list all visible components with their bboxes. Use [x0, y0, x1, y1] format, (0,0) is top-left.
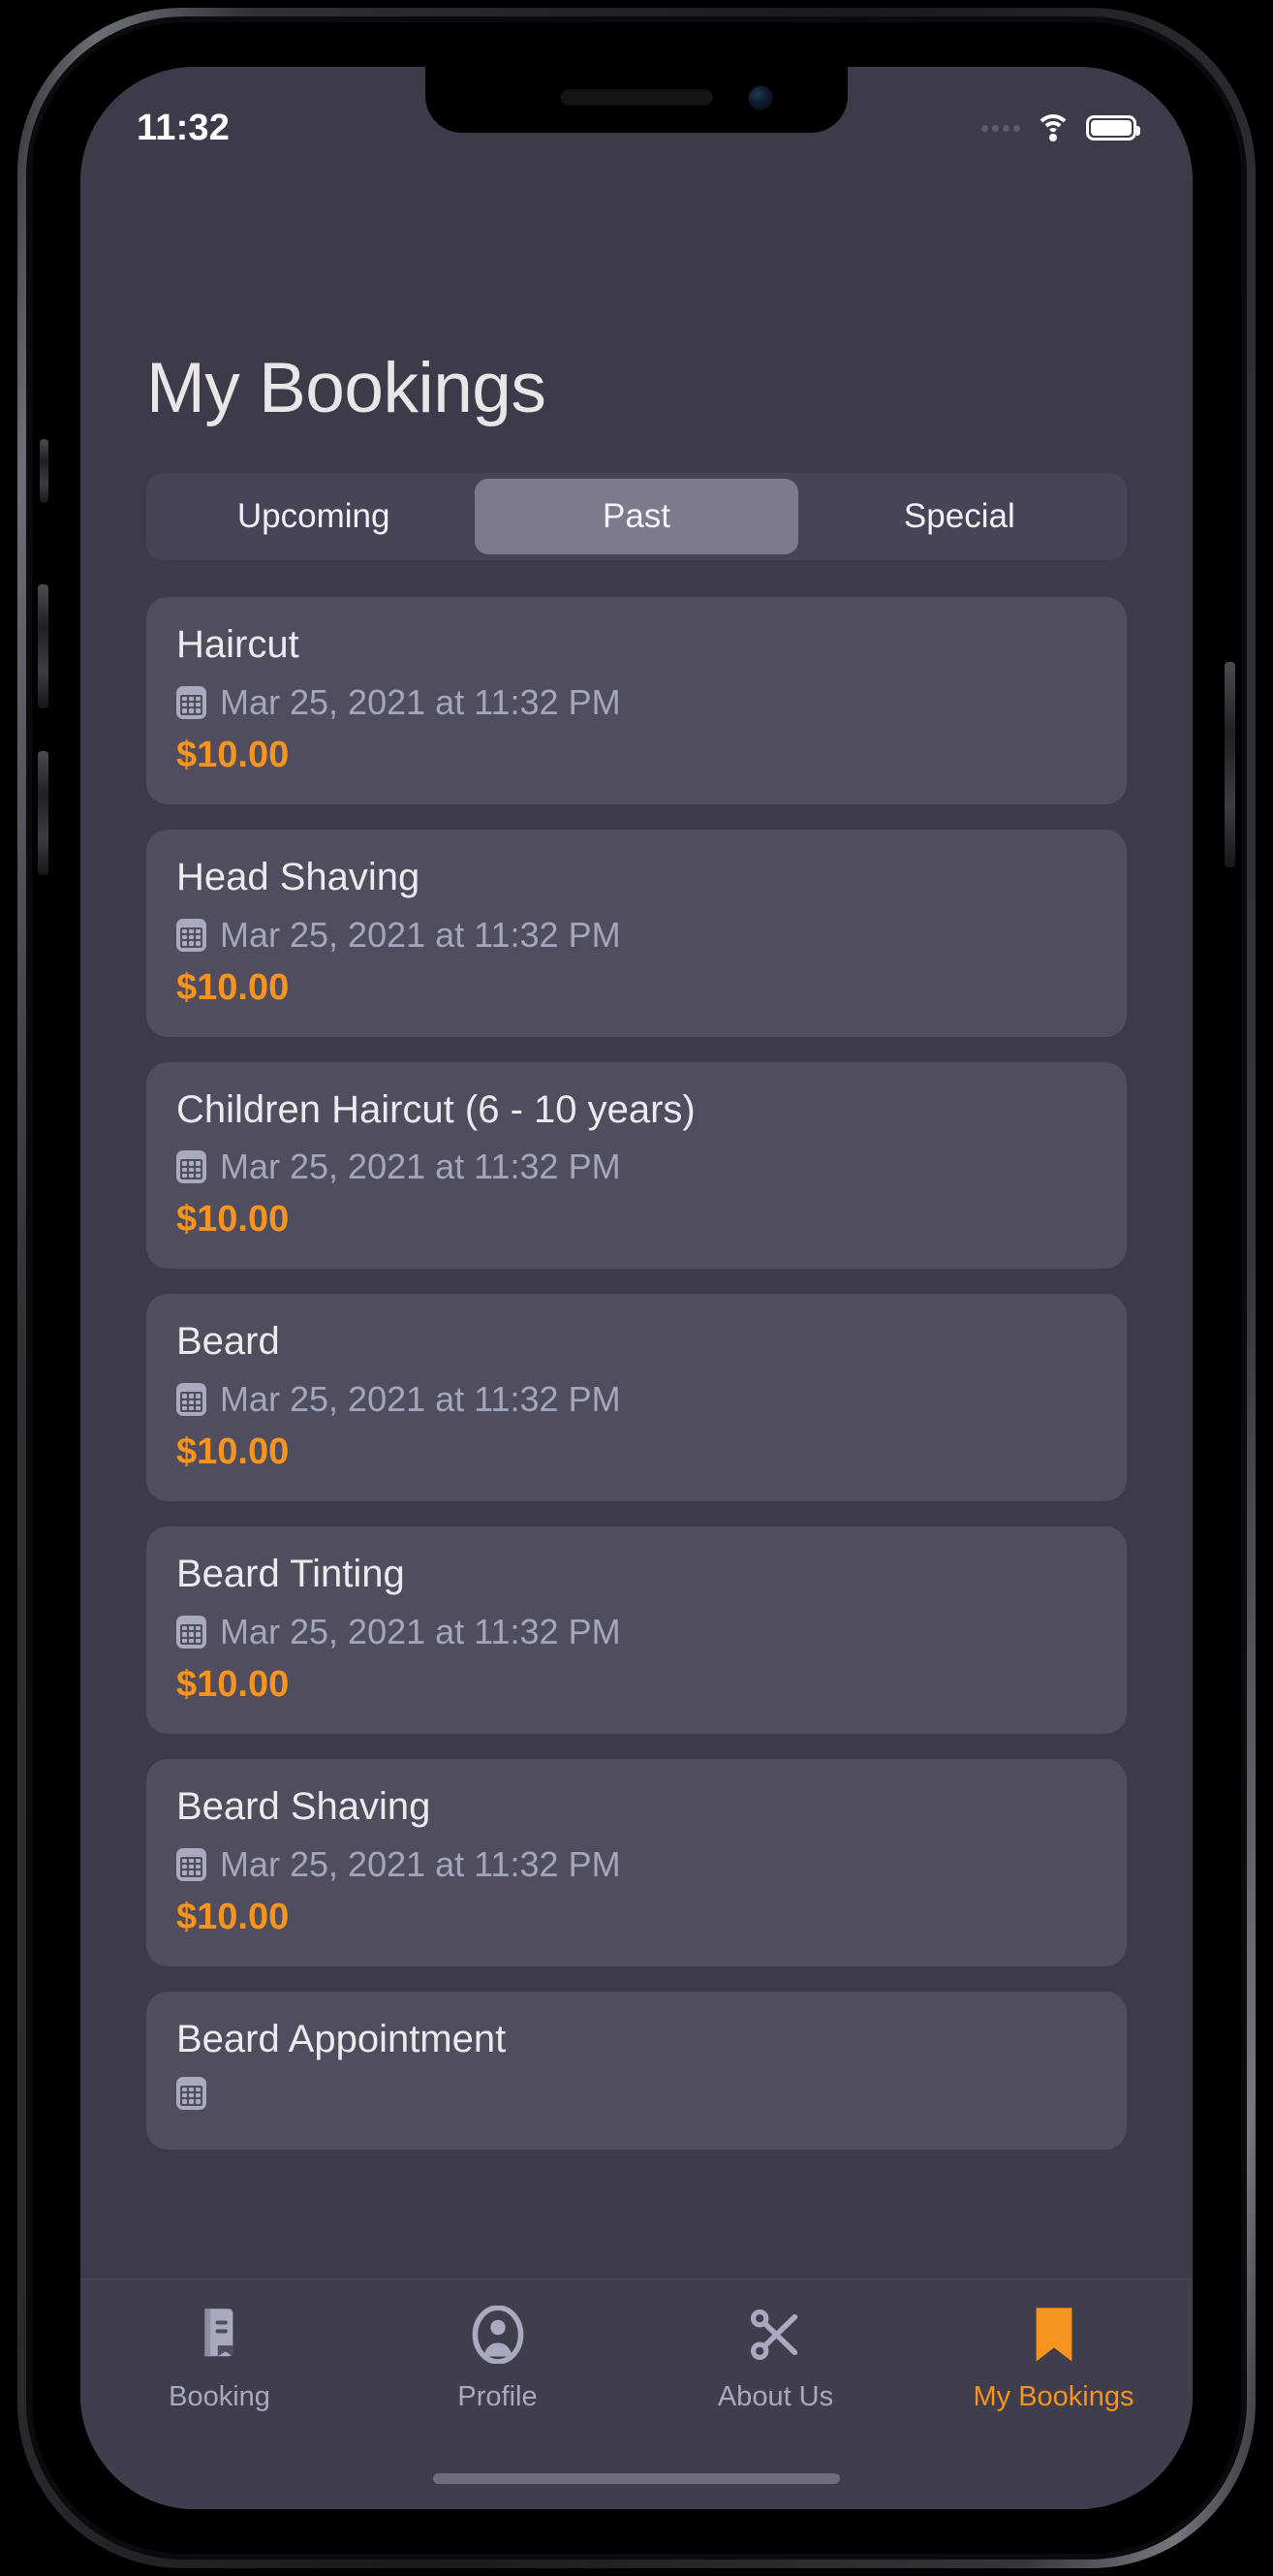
- tab-label: Booking: [169, 2381, 270, 2412]
- booking-datetime: Mar 25, 2021 at 11:32 PM: [220, 1843, 621, 1884]
- bookings-scroll-area[interactable]: My Bookings Upcoming Past Special Haircu…: [80, 164, 1193, 2509]
- calendar-icon: [176, 1615, 206, 1649]
- tab-about-us[interactable]: About Us: [636, 2305, 915, 2413]
- booking-service-name: Beard Appointment: [176, 2017, 507, 2060]
- signal-dots-icon: [981, 124, 1020, 132]
- booking-date-row: Mar 25, 2021 at 11:32 PM: [176, 915, 1097, 956]
- tab-special[interactable]: Special: [798, 479, 1121, 554]
- calendar-icon: [176, 1847, 206, 1881]
- front-camera: [749, 86, 772, 110]
- booking-date-row: Mar 25, 2021 at 11:32 PM: [176, 1844, 1097, 1885]
- phone-frame: My Bookings Upcoming Past Special Haircu…: [17, 8, 1256, 2568]
- calendar-icon: [176, 1383, 206, 1417]
- wifi-icon: [1035, 114, 1071, 141]
- battery-full-icon: [1086, 115, 1140, 141]
- book-icon: [194, 2305, 246, 2365]
- bottom-tab-bar: Booking Profile About Us My Bookings: [80, 2278, 1193, 2509]
- tab-my-bookings[interactable]: My Bookings: [915, 2305, 1193, 2413]
- phone-screen: My Bookings Upcoming Past Special Haircu…: [80, 67, 1193, 2509]
- silent-switch[interactable]: [40, 439, 48, 503]
- power-button[interactable]: [1225, 662, 1235, 867]
- phone-notch: [425, 67, 848, 133]
- booking-price: $10.00: [176, 1199, 290, 1241]
- booking-service-name: Beard Tinting: [176, 1553, 405, 1596]
- booking-date-row: Mar 25, 2021 at 11:32 PM: [176, 682, 1097, 723]
- booking-price: $10.00: [176, 1896, 290, 1937]
- booking-date-row: Mar 25, 2021 at 11:32 PM: [176, 1147, 1097, 1187]
- home-indicator[interactable]: [433, 2473, 840, 2484]
- booking-service-name: Beard Shaving: [176, 1784, 431, 1828]
- tab-label: Profile: [457, 2381, 538, 2412]
- booking-card[interactable]: Beard Shaving Mar 25, 2021 at 11:32 PM $…: [146, 1758, 1127, 1966]
- bookmark-icon: [1032, 2305, 1076, 2365]
- booking-price: $10.00: [176, 1431, 290, 1473]
- booking-datetime: Mar 25, 2021 at 11:32 PM: [220, 1147, 621, 1187]
- scissors-icon: [749, 2305, 803, 2365]
- app-root: My Bookings Upcoming Past Special Haircu…: [80, 67, 1193, 2509]
- tab-profile[interactable]: Profile: [358, 2305, 636, 2413]
- page-title: My Bookings: [146, 349, 546, 427]
- booking-service-name: Children Haircut (6 - 10 years): [176, 1087, 696, 1131]
- earpiece-speaker: [560, 89, 713, 106]
- booking-card[interactable]: Beard Appointment: [146, 1991, 1127, 2150]
- phone-body: My Bookings Upcoming Past Special Haircu…: [32, 22, 1241, 2554]
- booking-card[interactable]: Beard Mar 25, 2021 at 11:32 PM $10.00: [146, 1294, 1127, 1502]
- booking-datetime: Mar 25, 2021 at 11:32 PM: [220, 1379, 621, 1420]
- tab-label: My Bookings: [973, 2381, 1134, 2412]
- booking-price: $10.00: [176, 734, 290, 775]
- booking-card[interactable]: Beard Tinting Mar 25, 2021 at 11:32 PM $…: [146, 1526, 1127, 1734]
- calendar-icon: [176, 918, 206, 952]
- booking-price: $10.00: [176, 966, 290, 1008]
- booking-service-name: Haircut: [176, 623, 299, 666]
- bookings-filter-segmented-control[interactable]: Upcoming Past Special: [146, 473, 1127, 560]
- booking-service-name: Head Shaving: [176, 855, 420, 898]
- booking-price: $10.00: [176, 1663, 290, 1705]
- screenshot-root: My Bookings Upcoming Past Special Haircu…: [0, 0, 1273, 2576]
- booking-datetime: Mar 25, 2021 at 11:32 PM: [220, 914, 621, 955]
- bookings-list: Haircut Mar 25, 2021 at 11:32 PM $10.00 …: [146, 597, 1127, 2150]
- booking-datetime: Mar 25, 2021 at 11:32 PM: [220, 1611, 621, 1651]
- calendar-icon: [176, 2076, 206, 2110]
- booking-card[interactable]: Head Shaving Mar 25, 2021 at 11:32 PM $1…: [146, 829, 1127, 1037]
- booking-date-row: [176, 2076, 1097, 2110]
- tab-booking[interactable]: Booking: [80, 2305, 358, 2413]
- tab-upcoming[interactable]: Upcoming: [152, 479, 475, 554]
- calendar-icon: [176, 1150, 206, 1184]
- booking-card[interactable]: Children Haircut (6 - 10 years) Mar 25, …: [146, 1061, 1127, 1270]
- person-circle-icon: [471, 2305, 525, 2365]
- volume-down-button[interactable]: [38, 751, 48, 875]
- booking-date-row: Mar 25, 2021 at 11:32 PM: [176, 1612, 1097, 1652]
- booking-datetime: Mar 25, 2021 at 11:32 PM: [220, 681, 621, 722]
- booking-date-row: Mar 25, 2021 at 11:32 PM: [176, 1379, 1097, 1420]
- volume-up-button[interactable]: [38, 584, 48, 708]
- status-indicators: [981, 114, 1140, 141]
- tab-past[interactable]: Past: [475, 479, 798, 554]
- booking-service-name: Beard: [176, 1320, 280, 1364]
- status-time: 11:32: [137, 107, 231, 148]
- phone-bezel: My Bookings Upcoming Past Special Haircu…: [26, 16, 1247, 2560]
- tab-label: About Us: [717, 2381, 834, 2412]
- calendar-icon: [176, 685, 206, 719]
- booking-card[interactable]: Haircut Mar 25, 2021 at 11:32 PM $10.00: [146, 597, 1127, 804]
